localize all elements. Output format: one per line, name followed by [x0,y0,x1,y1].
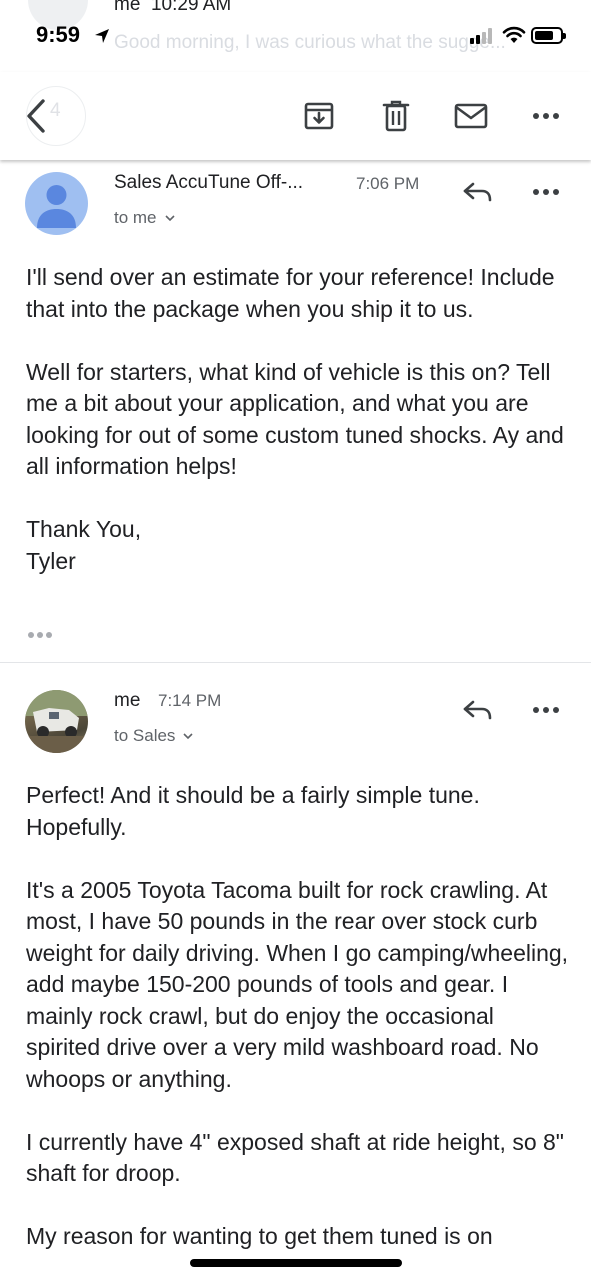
reply-icon [463,700,492,720]
archive-button[interactable] [297,94,341,138]
message-divider [0,662,591,663]
background-sender: me 10:29 AM [114,0,232,15]
recipient-toggle[interactable]: to me [114,208,175,228]
recipient-toggle[interactable]: to Sales [114,726,194,746]
mark-unread-button[interactable] [449,94,493,138]
archive-icon [304,102,334,130]
status-bar: me 10:29 AM Good morning, I was curious … [0,0,591,72]
body-paragraph: Well for starters, what kind of vehicle … [26,358,564,480]
body-paragraph: I currently have 4" exposed shaft at rid… [26,1128,564,1187]
avatar [25,172,88,235]
message-time: 7:14 PM [158,691,222,710]
show-quoted-text-button[interactable] [28,632,52,638]
battery-icon [531,27,566,44]
delete-icon [382,100,410,132]
mark-unread-icon [454,103,488,129]
recipient-label: to me [114,208,157,227]
sender-name: me [114,690,141,711]
message-body: Perfect! And it should be a fairly simpl… [26,780,571,1253]
body-paragraph: It's a 2005 Toyota Tacoma built for rock… [26,876,569,1092]
message-more-button[interactable] [526,692,566,728]
status-time: 9:59 [36,22,81,47]
message-time: 7:06 PM [356,174,420,193]
body-paragraph: My reason for wanting to get them tuned … [26,1223,493,1249]
profile-photo [25,690,88,753]
message-body: I'll send over an estimate for your refe… [26,262,571,577]
background-snippet: Good morning, I was curious what the sug… [114,32,506,53]
location-arrow-icon [95,29,109,43]
chevron-down-icon [183,732,194,739]
sender-name: Sales AccuTune Off-... [114,172,304,193]
back-icon [27,99,45,133]
person-icon [37,185,76,228]
more-icon [533,707,559,713]
reply-button[interactable] [458,692,498,728]
cellular-signal-icon [470,28,492,44]
back-button[interactable] [14,94,58,138]
body-paragraph: Perfect! And it should be a fairly simpl… [26,782,480,840]
message-more-button[interactable] [526,174,566,210]
reply-icon [463,182,492,202]
avatar [25,690,88,753]
more-icon [533,189,559,195]
body-paragraph: Thank You, Tyler [26,516,142,574]
home-indicator[interactable] [190,1259,402,1267]
wifi-icon [502,26,526,43]
more-options-button[interactable] [524,94,568,138]
body-paragraph: I'll send over an estimate for your refe… [26,264,555,322]
email-toolbar: 4 [0,72,591,160]
reply-button[interactable] [458,174,498,210]
delete-button[interactable] [374,94,418,138]
more-icon [533,113,559,119]
recipient-label: to Sales [114,726,176,745]
chevron-down-icon [164,214,175,221]
